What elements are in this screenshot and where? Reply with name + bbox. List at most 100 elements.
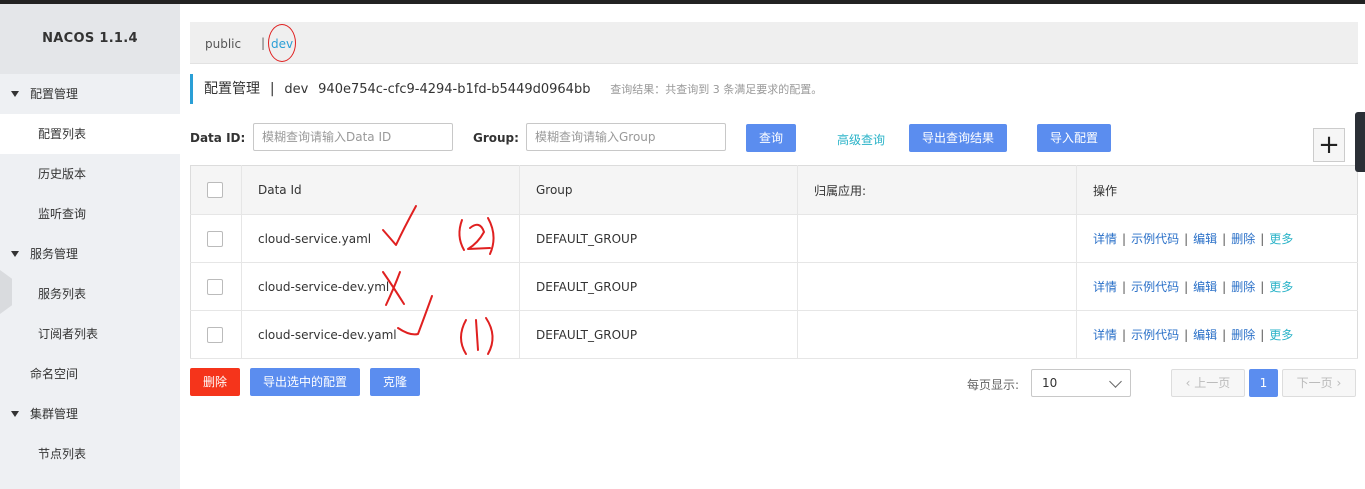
sidebar-item-6[interactable]: 订阅者列表 <box>0 314 180 354</box>
sidebar-item-7[interactable]: 命名空间 <box>0 354 180 394</box>
action-separator: | <box>1184 232 1189 246</box>
more-link[interactable]: 更多 <box>1269 232 1293 246</box>
sample-code-link[interactable]: 示例代码 <box>1131 328 1179 342</box>
action-separator: | <box>1222 328 1227 342</box>
cell-app <box>797 214 1077 263</box>
prev-page-label: 上一页 <box>1194 376 1231 390</box>
next-page-button[interactable]: 下一页 › <box>1282 369 1356 397</box>
cell-app <box>797 310 1077 359</box>
add-config-button[interactable]: + <box>1313 128 1345 162</box>
row-checkbox[interactable] <box>207 278 223 295</box>
action-separator: | <box>1122 232 1127 246</box>
cell-group: DEFAULT_GROUP <box>519 214 798 263</box>
row-checkbox-cell <box>190 262 242 311</box>
cell-actions: 详情 | 示例代码 | 编辑 | 删除 | 更多 <box>1076 214 1358 263</box>
select-all-checkbox[interactable] <box>207 182 223 198</box>
prev-page-button[interactable]: ‹ 上一页 <box>1171 369 1245 397</box>
table-row: cloud-service-dev.yaml DEFAULT_GROUP 详情 | 示例… <box>190 310 1358 359</box>
result-hint: 查询结果：共查询到 3 条满足要求的配置。 <box>610 83 823 96</box>
sidebar-item-0[interactable]: 配置管理 <box>0 74 180 114</box>
sample-code-link[interactable]: 示例代码 <box>1131 232 1179 246</box>
edit-link[interactable]: 编辑 <box>1193 280 1217 294</box>
delete-link[interactable]: 删除 <box>1231 280 1255 294</box>
page-number-current[interactable]: 1 <box>1249 369 1278 397</box>
title-separator: | <box>269 81 275 97</box>
more-link[interactable]: 更多 <box>1269 280 1293 294</box>
namespace-bar: public | dev <box>190 22 1358 64</box>
action-separator: | <box>1222 232 1227 246</box>
cell-actions: 详情 | 示例代码 | 编辑 | 删除 | 更多 <box>1076 262 1358 311</box>
detail-link[interactable]: 详情 <box>1093 280 1117 294</box>
export-selected-button[interactable]: 导出选中的配置 <box>250 368 360 396</box>
side-widget-strip <box>1355 112 1365 172</box>
page-size-label: 每页显示: <box>967 378 1020 392</box>
dataid-search-input[interactable] <box>253 123 453 151</box>
sidebar-item-4[interactable]: 服务管理 <box>0 234 180 274</box>
dataid-label: Data ID: <box>190 131 246 145</box>
action-separator: | <box>1184 280 1189 294</box>
cell-dataid: cloud-service-dev.yaml <box>241 310 520 359</box>
sidebar-item-3[interactable]: 监听查询 <box>0 194 180 234</box>
edit-link[interactable]: 编辑 <box>1193 232 1217 246</box>
sidebar-item-5[interactable]: 服务列表 <box>0 274 180 314</box>
column-header-actions: 操作 <box>1076 165 1358 215</box>
sidebar-item-label: 监听查询 <box>38 207 87 221</box>
column-header-group: Group <box>519 165 798 215</box>
delete-link[interactable]: 删除 <box>1231 328 1255 342</box>
sidebar-item-label: 服务管理 <box>30 247 79 261</box>
main-content: public | dev 配置管理 | dev 940e754c-cfc9-42… <box>180 4 1365 489</box>
sidebar-item-2[interactable]: 历史版本 <box>0 154 180 194</box>
search-button[interactable]: 查询 <box>746 124 796 152</box>
export-results-button[interactable]: 导出查询结果 <box>909 124 1007 152</box>
annotation-circle-mark <box>268 24 296 62</box>
sidebar-item-label: 配置管理 <box>30 87 79 101</box>
caret-down-icon <box>11 411 19 417</box>
page-size-select[interactable]: 10 <box>1031 369 1131 397</box>
table-header-row: Data Id Group 归属应用: 操作 <box>190 165 1358 215</box>
column-header-dataid: Data Id <box>241 165 520 215</box>
clone-button[interactable]: 克隆 <box>370 368 420 396</box>
cell-group: DEFAULT_GROUP <box>519 310 798 359</box>
cell-dataid: cloud-service.yaml <box>241 214 520 263</box>
action-separator: | <box>1260 232 1265 246</box>
delete-selected-button[interactable]: 删除 <box>190 368 240 396</box>
table-row: cloud-service-dev.yml DEFAULT_GROUP 详情 | 示例代… <box>190 262 1358 311</box>
caret-down-icon <box>11 251 19 257</box>
config-table: Data Id Group 归属应用: 操作 cloud-service.yam… <box>190 165 1358 359</box>
sidebar-item-label: 节点列表 <box>38 447 87 461</box>
action-separator: | <box>1260 280 1265 294</box>
detail-link[interactable]: 详情 <box>1093 232 1117 246</box>
namespace-tab-public[interactable]: public <box>205 37 241 51</box>
detail-link[interactable]: 详情 <box>1093 328 1117 342</box>
sidebar-item-label: 集群管理 <box>30 407 79 421</box>
sample-code-link[interactable]: 示例代码 <box>1131 280 1179 294</box>
row-checkbox[interactable] <box>207 230 223 247</box>
row-checkbox[interactable] <box>207 326 223 343</box>
sidebar-item-label: 命名空间 <box>30 367 79 381</box>
sidebar-item-label: 历史版本 <box>38 167 87 181</box>
sidebar-nav: 配置管理配置列表历史版本监听查询服务管理服务列表订阅者列表命名空间集群管理节点列… <box>0 74 180 474</box>
advanced-search-link[interactable]: 高级查询 <box>837 131 885 148</box>
sidebar-item-1[interactable]: 配置列表 <box>0 114 180 154</box>
title-namespace: dev <box>284 82 309 97</box>
cell-dataid: cloud-service-dev.yml <box>241 262 520 311</box>
sidebar-item-9[interactable]: 节点列表 <box>0 434 180 474</box>
more-link[interactable]: 更多 <box>1269 328 1293 342</box>
delete-link[interactable]: 删除 <box>1231 232 1255 246</box>
chevron-right-icon: › <box>1332 376 1342 390</box>
chevron-down-icon <box>1109 375 1122 388</box>
row-checkbox-cell <box>190 310 242 359</box>
action-separator: | <box>1184 328 1189 342</box>
sidebar: NACOS 1.1.4 配置管理配置列表历史版本监听查询服务管理服务列表订阅者列… <box>0 4 180 489</box>
group-search-input[interactable] <box>526 123 726 151</box>
title-namespace-id: 940e754c-cfc9-4294-b1fd-b5449d0964bb <box>318 82 591 97</box>
action-separator: | <box>1122 328 1127 342</box>
page-title-row: 配置管理 | dev 940e754c-cfc9-4294-b1fd-b5449… <box>190 74 822 104</box>
sidebar-item-8[interactable]: 集群管理 <box>0 394 180 434</box>
edit-link[interactable]: 编辑 <box>1193 328 1217 342</box>
action-separator: | <box>1260 328 1265 342</box>
sidebar-item-label: 订阅者列表 <box>38 327 99 341</box>
import-config-button[interactable]: 导入配置 <box>1037 124 1111 152</box>
brand-logo-text: NACOS 1.1.4 <box>0 4 180 74</box>
header-checkbox-cell <box>190 165 242 215</box>
